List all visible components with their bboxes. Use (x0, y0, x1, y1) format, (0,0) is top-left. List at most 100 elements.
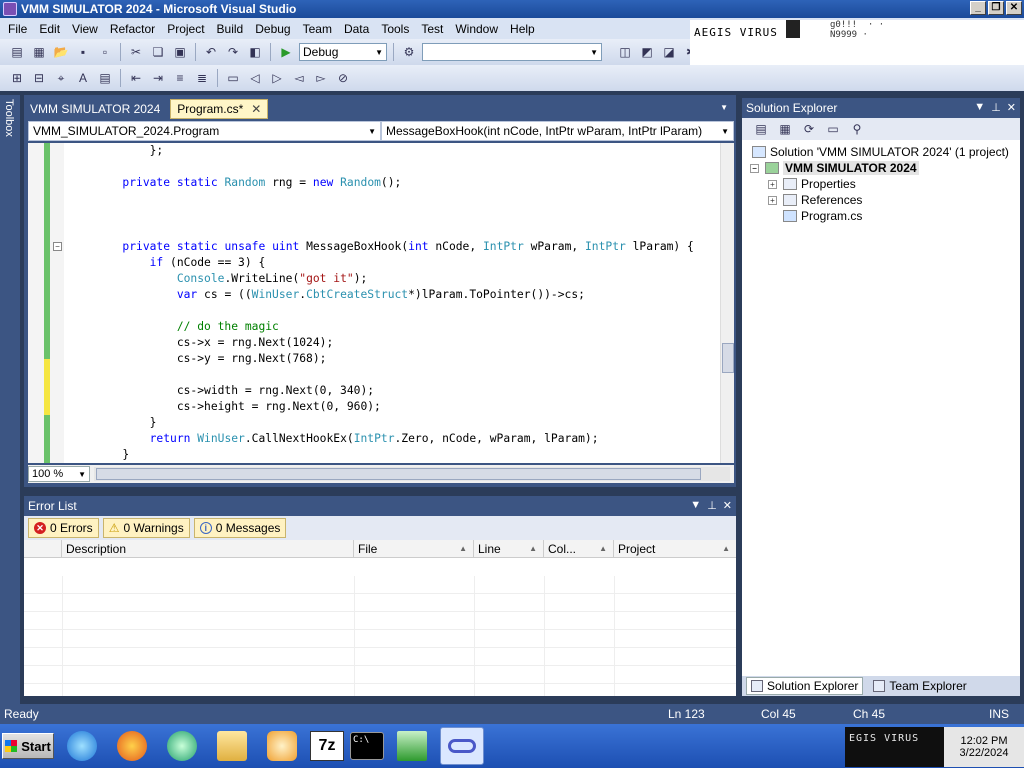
uncomment-icon[interactable]: ≣ (193, 69, 211, 87)
restore-button[interactable]: ❐ (988, 1, 1004, 15)
media-player-icon[interactable] (260, 727, 304, 765)
menu-debug[interactable]: Debug (249, 22, 296, 36)
menu-view[interactable]: View (66, 22, 104, 36)
display-icon[interactable]: ▤ (96, 69, 114, 87)
member-combo[interactable]: MessageBoxHook(int nCode, IntPtr wParam,… (381, 121, 734, 141)
find-combo[interactable]: ▼ (422, 43, 602, 61)
solution-config-combo[interactable]: Debug ▼ (299, 43, 387, 61)
messages-filter-button[interactable]: i0 Messages (193, 518, 287, 538)
code-line[interactable]: cs->x = rng.Next(1024); (68, 335, 694, 351)
start-debugging-icon[interactable]: ▶ (277, 43, 295, 61)
code-line[interactable]: cs->width = rng.Next(0, 340); (68, 383, 694, 399)
new-project-icon[interactable]: ▤ (8, 43, 26, 61)
menu-help[interactable]: Help (504, 22, 541, 36)
code-line[interactable]: }; (68, 143, 694, 159)
undo-icon[interactable]: ↶ (202, 43, 220, 61)
quick-info-icon[interactable]: ⊞ (8, 69, 26, 87)
code-line[interactable]: if (nCode == 3) { (68, 255, 694, 271)
zoom-combo[interactable]: 100 % ▼ (28, 466, 90, 482)
code-line[interactable] (68, 223, 694, 239)
open-folder-icon[interactable]: 📂 (52, 43, 70, 61)
tab-list-dropdown-icon[interactable]: ▼ (720, 103, 728, 112)
chat-app-icon[interactable] (160, 727, 204, 765)
visual-studio-taskbar-icon[interactable] (440, 727, 484, 765)
code-line[interactable]: } (68, 415, 694, 431)
add-item-icon[interactable]: ▦ (30, 43, 48, 61)
code-line[interactable]: cs->height = rng.Next(0, 960); (68, 399, 694, 415)
toggle-bookmark-icon[interactable]: ▭ (224, 69, 242, 87)
column-line[interactable]: Line ▲ (474, 540, 544, 557)
task-manager-icon[interactable] (390, 727, 434, 765)
code-line[interactable]: Console.WriteLine("got it"); (68, 271, 694, 287)
editor-vertical-scrollbar[interactable] (720, 143, 734, 463)
properties-icon[interactable]: ◩ (638, 43, 656, 61)
column-description[interactable]: Description (62, 540, 354, 557)
menu-file[interactable]: File (2, 22, 33, 36)
code-line[interactable] (68, 207, 694, 223)
panel-dropdown-icon[interactable]: ▼ (690, 499, 701, 512)
vertical-scroll-thumb[interactable] (722, 343, 734, 373)
code-line[interactable] (68, 159, 694, 175)
comment-icon[interactable]: ≡ (171, 69, 189, 87)
errors-filter-button[interactable]: ✕ 0 Errors (28, 518, 99, 538)
seven-zip-icon[interactable]: 7z (310, 731, 344, 761)
code-text[interactable]: }; private static Random rng = new Rando… (68, 143, 694, 463)
refresh-icon[interactable]: ⟳ (800, 120, 818, 138)
decrease-indent-icon[interactable]: ⇤ (127, 69, 145, 87)
firefox-icon[interactable] (110, 727, 154, 765)
internet-explorer-icon[interactable] (60, 727, 104, 765)
tab-team-explorer[interactable]: Team Explorer (869, 677, 970, 695)
next-bookmark-icon[interactable]: ▷ (268, 69, 286, 87)
code-line[interactable]: return WinUser.CallNextHookEx(IntPtr.Zer… (68, 431, 694, 447)
tab-solution-explorer[interactable]: Solution Explorer (746, 677, 864, 695)
class-diagram-icon[interactable]: ⚲ (848, 120, 866, 138)
code-line[interactable]: // do the magic (68, 319, 694, 335)
collapse-project-icon[interactable]: − (750, 163, 759, 173)
code-line[interactable]: var cs = ((WinUser.CbtCreateStruct*)lPar… (68, 287, 694, 303)
editor-horizontal-scrollbar[interactable]: 100 % ▼ (28, 465, 734, 483)
file-explorer-icon[interactable] (210, 727, 254, 765)
menu-test[interactable]: Test (415, 22, 449, 36)
copy-icon[interactable]: ❏ (149, 43, 167, 61)
save-icon[interactable]: ▪ (74, 43, 92, 61)
menu-data[interactable]: Data (338, 22, 375, 36)
class-combo[interactable]: VMM_SIMULATOR_2024.Program ▼ (28, 121, 381, 141)
code-line[interactable]: cs->y = rng.Next(768); (68, 351, 694, 367)
tree-properties[interactable]: + Properties (742, 176, 1020, 192)
close-tab-icon[interactable]: ✕ (251, 102, 261, 116)
menu-refactor[interactable]: Refactor (104, 22, 161, 36)
warnings-filter-button[interactable]: ⚠ 0 Warnings (102, 518, 190, 538)
save-all-icon[interactable]: ▫ (96, 43, 114, 61)
tree-references[interactable]: + References (742, 192, 1020, 208)
tab-vmm-simulator[interactable]: VMM SIMULATOR 2024 (24, 99, 166, 119)
object-browser-icon[interactable]: ◪ (660, 43, 678, 61)
tab-program-cs[interactable]: Program.cs* ✕ (170, 99, 269, 119)
pin-icon[interactable]: ⊥ (707, 499, 717, 512)
start-button[interactable]: Start (2, 733, 54, 759)
expand-references-icon[interactable]: + (768, 195, 777, 205)
column-project[interactable]: Project ▲ (614, 540, 736, 557)
column-icon[interactable] (24, 540, 62, 557)
navigate-back-icon[interactable]: ◧ (246, 43, 264, 61)
redo-icon[interactable]: ↷ (224, 43, 242, 61)
command-prompt-icon[interactable]: C:\ (350, 732, 384, 760)
menu-build[interactable]: Build (211, 22, 250, 36)
menu-edit[interactable]: Edit (33, 22, 66, 36)
collapse-region-icon[interactable]: − (53, 242, 62, 251)
paste-icon[interactable]: ▣ (171, 43, 189, 61)
prev-bookmark-folder-icon[interactable]: ◅ (290, 69, 308, 87)
code-line[interactable]: private static unsafe uint MessageBoxHoo… (68, 239, 693, 255)
column-col[interactable]: Col... ▲ (544, 540, 614, 557)
tree-solution[interactable]: Solution 'VMM SIMULATOR 2024' (1 project… (742, 144, 1020, 160)
view-code-icon[interactable]: ▭ (824, 120, 842, 138)
column-file[interactable]: File ▲ (354, 540, 474, 557)
menu-tools[interactable]: Tools (375, 22, 415, 36)
parameter-info-icon[interactable]: ⊟ (30, 69, 48, 87)
increase-indent-icon[interactable]: ⇥ (149, 69, 167, 87)
menu-window[interactable]: Window (449, 22, 504, 36)
tree-program-cs[interactable]: Program.cs (742, 208, 1020, 224)
horizontal-scroll-thumb[interactable] (96, 468, 701, 480)
cut-icon[interactable]: ✂ (127, 43, 145, 61)
code-editor[interactable]: − }; private static Random rng = new Ran… (28, 143, 734, 463)
tree-project[interactable]: − VMM SIMULATOR 2024 (742, 160, 1020, 176)
